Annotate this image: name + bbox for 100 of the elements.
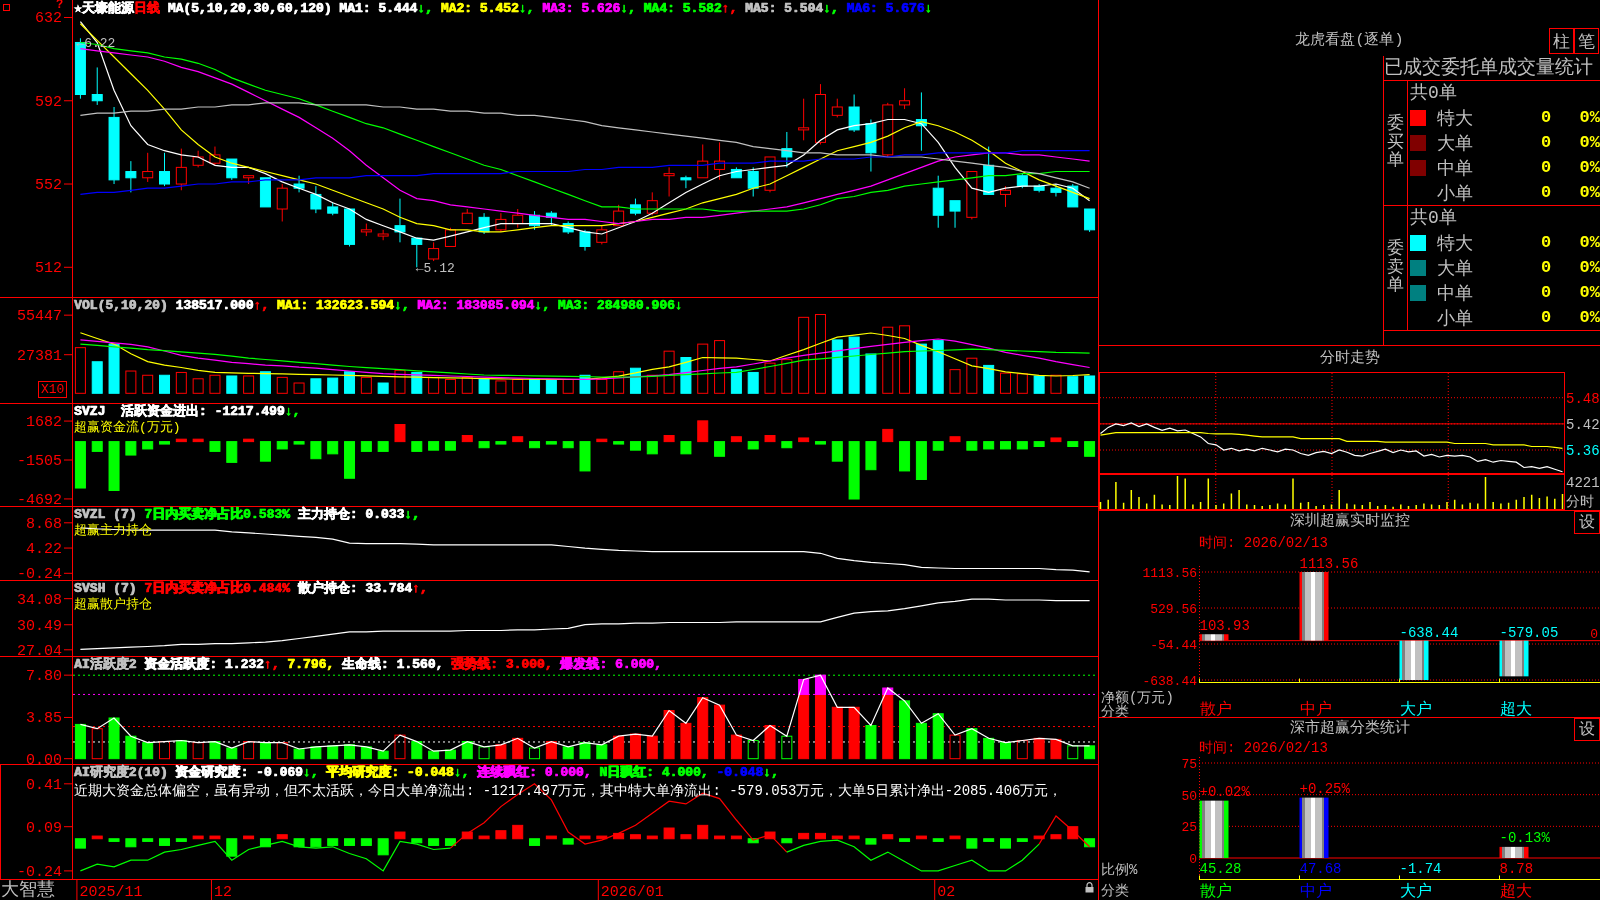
candlestick <box>310 185 322 214</box>
axis-title: 分类 <box>1101 883 1129 899</box>
candlestick <box>344 208 356 247</box>
order-count: 0 <box>1540 183 1553 202</box>
indicator-text: 主力持仓: 0.033 <box>296 507 405 523</box>
volume-bar <box>697 343 709 394</box>
volume-bar <box>545 379 557 394</box>
settings-button[interactable]: 设 <box>1574 718 1600 741</box>
indicator-bar <box>159 838 170 846</box>
indicator-bar <box>159 741 170 760</box>
volume-bar <box>428 376 440 394</box>
category-label: 大户 <box>1399 701 1432 717</box>
settings-button[interactable]: 设 <box>1574 511 1600 534</box>
indicator-bar <box>259 441 271 462</box>
indicator-text: ↓, <box>453 765 470 781</box>
indicator-bar <box>377 750 389 760</box>
indicator-bar <box>747 441 759 450</box>
axis-title: 比例% <box>1101 862 1138 878</box>
volume-bar <box>394 369 406 394</box>
order-size-label: 小单 <box>1436 307 1474 330</box>
volume-bar <box>310 378 322 394</box>
volume-bar <box>949 369 961 394</box>
lock-icon[interactable] <box>1085 882 1094 893</box>
candlestick <box>714 141 726 181</box>
indicator-text: MA4: 5.582 <box>642 1 722 17</box>
view-toggle-button[interactable]: 笔 <box>1574 28 1599 54</box>
volume-bar <box>444 379 456 394</box>
order-count: 0 <box>1540 258 1553 277</box>
candlestick <box>512 208 524 229</box>
axis-label: 7.80 <box>26 668 62 686</box>
date-label: 12 <box>213 884 232 900</box>
indicator-bar <box>411 838 423 844</box>
order-size-label: 小单 <box>1436 182 1474 205</box>
candlestick <box>276 183 288 222</box>
indicator-bar <box>276 441 288 450</box>
volume-bar <box>1016 373 1028 394</box>
axis-label: 552 <box>35 177 62 195</box>
axis-label: 5.48 <box>1566 390 1600 407</box>
indicator-bar <box>327 745 339 760</box>
indicator-bar <box>915 722 927 760</box>
indicator-bar <box>562 838 574 845</box>
order-share: 0% <box>1578 133 1600 152</box>
order-count: 0 <box>1540 308 1553 327</box>
order-total: 共0单 <box>1410 207 1458 230</box>
candlestick <box>377 229 389 241</box>
indicator-bar <box>512 824 524 840</box>
indicator-bar <box>1084 441 1096 457</box>
candlestick <box>579 229 591 252</box>
indicator-bar <box>209 741 221 760</box>
category-label: 中户 <box>1299 701 1332 717</box>
indicator-bar <box>932 441 944 451</box>
indicator-bar <box>74 441 86 489</box>
indicator-bar <box>949 734 961 760</box>
indicator-bar <box>545 741 557 760</box>
view-toggle-button[interactable]: 柱 <box>1549 28 1574 54</box>
indicator-bar <box>276 742 288 760</box>
indicator-bar <box>545 835 557 840</box>
indicator-text: 连续飘红: 0.000, <box>476 765 592 781</box>
help-mark[interactable]: ? <box>56 0 64 11</box>
indicator-bar <box>714 441 726 457</box>
square-icon[interactable] <box>3 4 10 11</box>
candlestick <box>680 175 692 189</box>
order-size-label: 特大 <box>1436 232 1474 255</box>
indicator-bar <box>394 734 406 760</box>
category-bar <box>1499 846 1529 858</box>
candlestick <box>192 150 204 168</box>
indicator-bar <box>747 740 759 760</box>
candlestick <box>1016 173 1028 189</box>
indicator-bar <box>226 441 238 463</box>
candlestick <box>613 204 625 227</box>
candlestick <box>209 146 221 166</box>
axis-label: 75 <box>1181 757 1197 772</box>
indicator-bar <box>579 835 591 840</box>
indicator-text: ↓, <box>518 1 535 17</box>
bar-value-label: -638.44 <box>1399 624 1459 641</box>
indicator-bar <box>209 441 221 452</box>
candlestick <box>764 156 776 193</box>
indicator-bar <box>966 441 978 451</box>
panel-title: 龙虎看盘(逐单) <box>1294 32 1405 51</box>
axis-label: 0.09 <box>26 819 62 837</box>
indicator-bar <box>276 834 288 840</box>
indicator-text: ↓, <box>404 507 420 523</box>
indicator-bar <box>596 744 608 760</box>
indicator-text: ↓ <box>674 298 683 314</box>
indicator-bar <box>1016 838 1028 842</box>
axis-label: 25 <box>1181 820 1197 836</box>
indicator-bar <box>865 725 877 760</box>
order-share: 0% <box>1578 283 1600 302</box>
indicator-bar <box>461 831 473 840</box>
candlestick <box>259 177 271 208</box>
indicator-text: ↓, <box>823 1 839 17</box>
candlestick <box>495 212 507 233</box>
indicator-bar <box>428 838 440 846</box>
indicator-text: 日线 <box>133 1 160 17</box>
indicator-bar <box>1067 441 1079 447</box>
candlestick <box>798 98 810 141</box>
bar-value-label: 45.28 <box>1199 861 1242 877</box>
unit-label: X10 <box>38 381 68 398</box>
axis-label: 512 <box>35 260 62 278</box>
indicator-bar <box>1000 441 1011 450</box>
